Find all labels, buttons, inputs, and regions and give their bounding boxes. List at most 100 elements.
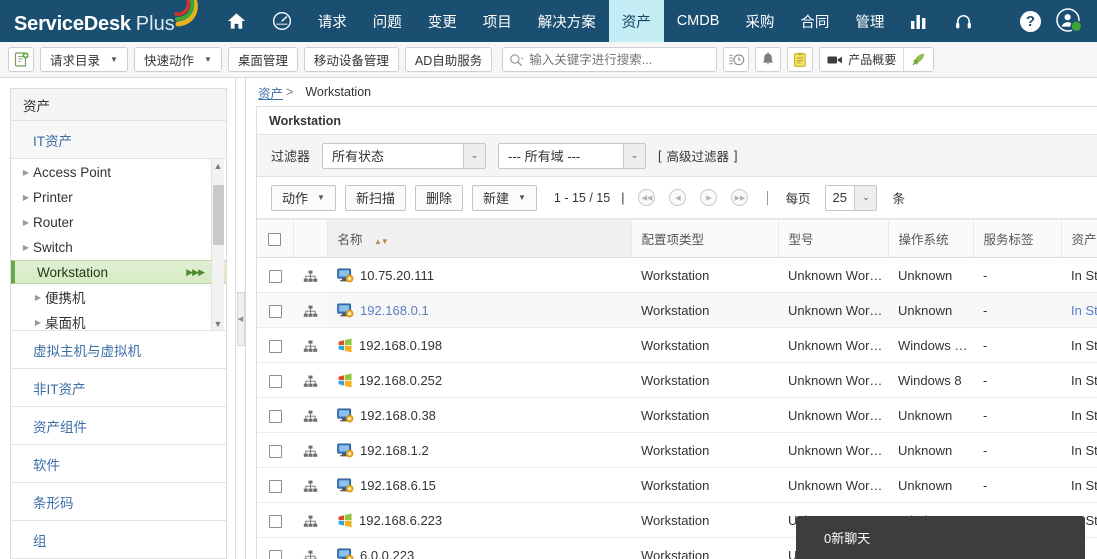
- row-checkbox[interactable]: [268, 339, 282, 353]
- asset-name-link[interactable]: 6.0.0.223: [360, 548, 414, 559]
- select-all-checkbox[interactable]: [268, 232, 282, 246]
- rescan-button[interactable]: 新扫描: [344, 184, 406, 211]
- quick-action-button[interactable]: 快速动作 ▼: [133, 47, 222, 72]
- row-checkbox[interactable]: [268, 444, 282, 458]
- advanced-filter[interactable]: [ 高级过滤器 ]: [658, 146, 737, 165]
- whats-new-button[interactable]: [904, 48, 933, 71]
- notifications-button[interactable]: [755, 47, 782, 72]
- app-logo[interactable]: ServiceDesk Plus: [0, 0, 202, 36]
- table-row[interactable]: 192.168.6.15 WorkstationUnknown Workstati…: [257, 467, 1097, 503]
- sidebar-section-it-assets[interactable]: IT资产: [11, 121, 226, 159]
- breadcrumb-root-link[interactable]: 资产: [258, 83, 283, 102]
- prev-page-button[interactable]: ◀: [669, 189, 687, 206]
- clipboard-button[interactable]: [787, 47, 814, 72]
- row-checkbox[interactable]: [268, 479, 282, 493]
- table-row[interactable]: 192.168.0.1 WorkstationUnknown Workstatio…: [257, 292, 1097, 328]
- nav-requests[interactable]: 请求: [305, 0, 360, 42]
- select-all-header[interactable]: [257, 219, 294, 258]
- row-select-cell[interactable]: [257, 397, 293, 433]
- cell-name[interactable]: 192.168.0.1: [327, 292, 631, 328]
- row-select-cell[interactable]: [257, 467, 293, 503]
- nav-home[interactable]: [214, 0, 259, 42]
- tree-item-desktop[interactable]: ▶ 桌面机: [11, 310, 226, 330]
- nav-assets[interactable]: 资产: [608, 0, 664, 42]
- cell-name[interactable]: 6.0.0.223: [327, 537, 631, 559]
- asset-name-link[interactable]: 192.168.6.223: [359, 513, 442, 528]
- column-header-asset-state[interactable]: 资产状态: [1061, 219, 1097, 258]
- asset-name-link[interactable]: 192.168.0.252: [359, 373, 442, 388]
- cell-name[interactable]: 192.168.0.198: [327, 327, 631, 363]
- new-request-button[interactable]: [8, 47, 34, 72]
- row-select-cell[interactable]: [257, 327, 293, 363]
- tree-item-workstation[interactable]: Workstation ▶▶▶: [11, 260, 226, 284]
- column-header-ci-type[interactable]: 配置项类型: [631, 219, 779, 258]
- chevron-down-icon[interactable]: ⌄: [463, 143, 486, 168]
- global-search[interactable]: [502, 47, 718, 72]
- asset-name-link[interactable]: 192.168.0.38: [360, 408, 436, 423]
- row-checkbox[interactable]: [268, 514, 282, 528]
- sidebar-item-virtual-hosts[interactable]: 虚拟主机与虚拟机: [11, 331, 226, 369]
- tree-item-printer[interactable]: ▶ Printer: [11, 185, 226, 209]
- row-select-cell[interactable]: [257, 362, 293, 398]
- cell-name[interactable]: 10.75.20.111: [327, 257, 631, 293]
- nav-support[interactable]: [941, 0, 986, 42]
- cell-name[interactable]: 192.168.1.2: [327, 432, 631, 468]
- chat-widget[interactable]: 0新聊天: [796, 516, 1085, 559]
- scrollbar-thumb[interactable]: [212, 185, 224, 245]
- row-select-cell[interactable]: [257, 257, 293, 293]
- mobile-device-management-button[interactable]: 移动设备管理: [303, 47, 399, 72]
- domain-filter-select[interactable]: --- 所有域 --- ⌄: [498, 142, 647, 169]
- row-checkbox[interactable]: [268, 374, 282, 388]
- row-checkbox[interactable]: [268, 549, 282, 559]
- action-dropdown-button[interactable]: 动作 ▼: [271, 184, 336, 211]
- tree-item-access-point[interactable]: ▶ Access Point: [11, 160, 226, 184]
- column-header-model[interactable]: 型号: [778, 219, 889, 258]
- nav-projects[interactable]: 项目: [470, 0, 525, 42]
- row-checkbox[interactable]: [268, 269, 282, 283]
- ad-self-service-button[interactable]: AD自助服务: [404, 47, 493, 72]
- help-button[interactable]: ?: [1020, 10, 1041, 32]
- sidebar-item-software[interactable]: 软件: [11, 445, 226, 483]
- new-button[interactable]: 新建 ▼: [471, 184, 537, 211]
- tree-item-laptop[interactable]: ▶ 便携机: [11, 285, 226, 309]
- nav-purchase[interactable]: 采购: [732, 0, 787, 42]
- delete-button[interactable]: 删除: [414, 184, 463, 211]
- first-page-button[interactable]: ◀◀: [638, 189, 656, 206]
- sidebar-item-asset-components[interactable]: 资产组件: [11, 407, 226, 445]
- asset-name-link[interactable]: 192.168.0.1: [360, 303, 429, 318]
- table-row[interactable]: 192.168.0.252 WorkstationUnknown Workstat…: [257, 362, 1097, 398]
- scroll-down-icon[interactable]: ▼: [214, 317, 223, 330]
- nav-admin[interactable]: 管理: [842, 0, 897, 42]
- sidebar-item-non-it-assets[interactable]: 非IT资产: [11, 369, 226, 407]
- tree-scrollbar[interactable]: ▲ ▼: [211, 159, 224, 330]
- chevron-down-icon[interactable]: ⌄: [854, 185, 877, 210]
- recent-history-button[interactable]: [723, 47, 750, 72]
- sidebar-item-barcode[interactable]: 条形码: [11, 483, 226, 521]
- cell-name[interactable]: 192.168.0.252: [327, 362, 631, 398]
- search-input[interactable]: [529, 52, 711, 67]
- nav-solutions[interactable]: 解决方案: [525, 0, 609, 42]
- product-overview-button[interactable]: 产品概要: [820, 48, 903, 71]
- next-page-button[interactable]: ▶: [700, 189, 718, 206]
- status-filter-select[interactable]: 所有状态 ⌄: [322, 142, 487, 169]
- request-catalog-button[interactable]: 请求目录 ▼: [40, 47, 128, 72]
- asset-name-link[interactable]: 192.168.6.15: [360, 478, 436, 493]
- table-row[interactable]: 10.75.20.111 WorkstationUnknown Workstati…: [257, 257, 1097, 293]
- cell-name[interactable]: 192.168.6.223: [327, 502, 631, 538]
- per-page-select[interactable]: 25 ⌄: [825, 184, 878, 211]
- desktop-management-button[interactable]: 桌面管理: [227, 47, 298, 72]
- asset-name-link[interactable]: 192.168.1.2: [360, 443, 429, 458]
- nav-problems[interactable]: 问题: [360, 0, 415, 42]
- nav-changes[interactable]: 变更: [415, 0, 470, 42]
- row-checkbox[interactable]: [268, 304, 282, 318]
- column-header-name[interactable]: 名称 ▲▼: [327, 219, 632, 258]
- tree-item-router[interactable]: ▶ Router: [11, 210, 226, 234]
- nav-cmdb[interactable]: CMDB: [664, 0, 733, 42]
- sidebar-splitter[interactable]: ◀: [236, 78, 246, 559]
- nav-reports[interactable]: [897, 0, 941, 42]
- asset-name-link[interactable]: 192.168.0.198: [359, 338, 442, 353]
- splitter-collapse-handle[interactable]: ◀: [236, 291, 245, 346]
- cell-name[interactable]: 192.168.6.15: [327, 467, 631, 503]
- table-row[interactable]: 192.168.0.38 WorkstationUnknown Workstati…: [257, 397, 1097, 433]
- asset-name-link[interactable]: 10.75.20.111: [360, 268, 434, 283]
